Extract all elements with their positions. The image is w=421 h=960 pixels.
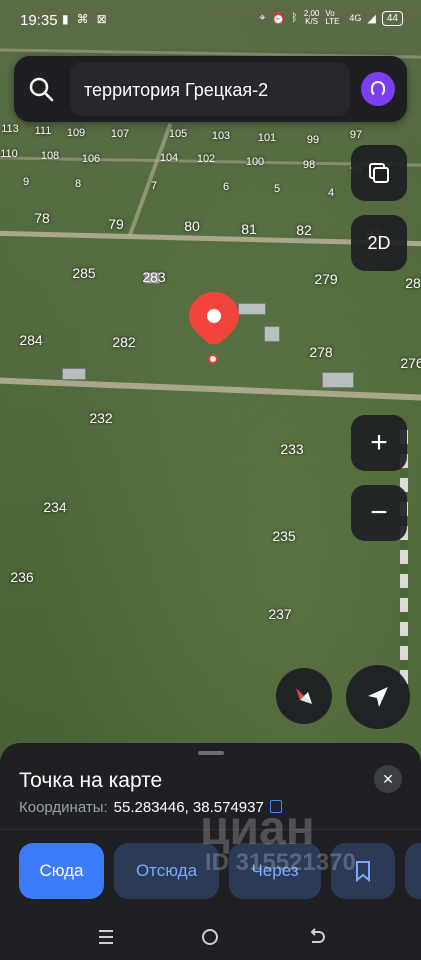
plot-label: 8 [74,178,82,190]
plot-label: 234 [43,499,67,515]
location-pin-icon[interactable] [187,290,241,344]
plot-label: 7 [150,180,158,192]
plot-label: 6 [222,181,230,193]
plot-label: 279 [314,271,338,287]
location-icon: ⌖ [259,11,266,24]
plot-label: 105 [168,128,188,140]
layers-button[interactable] [351,145,407,201]
battery-icon: 44 [381,10,403,26]
plot-label: 4 [327,187,335,199]
signal-label: 4G [349,13,362,23]
close-icon: ✕ [382,770,394,787]
plot-label: 99 [306,134,320,146]
plot-label: 285 [72,265,96,281]
wifi-icon: ◢ [367,12,376,25]
notification-icons: ▮ ⌘ ⊠ [62,12,107,26]
mode-2d-label: 2D [367,232,391,253]
building [264,326,280,342]
home-icon[interactable] [198,925,222,949]
building [238,303,266,315]
plot-label: 235 [272,528,296,544]
building [322,372,354,388]
system-nav-bar [0,913,421,960]
plot-label: 113 [1,123,19,135]
search-icon[interactable] [28,76,54,102]
plot-label: 107 [110,128,130,140]
plot-label: 232 [89,410,113,426]
pin-anchor [208,354,218,364]
my-location-button[interactable] [346,665,410,729]
search-bar[interactable]: территория Грецкая-2 [14,56,407,122]
watermark-id: ID 315521370 [205,849,356,876]
plot-label: 100 [245,156,265,168]
plot-label: 28 [405,275,421,291]
bluetooth-icon: ᛒ [291,12,298,24]
minus-icon: − [370,496,388,529]
plot-label: 110 [0,148,18,160]
plot-label: 80 [184,218,200,234]
plot-label: 9 [22,176,30,188]
layers-icon [369,163,389,183]
app-icon: ⊠ [96,12,107,26]
plot-label: 82 [296,222,312,238]
bookmark-icon [356,861,370,882]
alarm-icon: ⏰ [271,12,286,25]
plot-label: 278 [309,344,333,360]
plot-label: 101 [257,132,277,144]
compass-icon [296,688,312,704]
alice-icon[interactable] [361,72,395,106]
status-bar: 19:35 ▮ ⌘ ⊠ ⌖ ⏰ ᛒ 2,00 K/S Vo LTE 4G ◢ 44 [0,0,421,40]
plot-label: 111 [34,125,52,137]
status-right: ⌖ ⏰ ᛒ 2,00 K/S Vo LTE 4G ◢ 44 [259,10,403,26]
plot-label: 284 [19,332,43,348]
plot-label: 103 [211,130,231,142]
plot-label: 79 [108,216,124,232]
drag-handle[interactable] [198,751,224,755]
plot-label: 5 [273,183,281,195]
building [62,368,86,380]
compass-button[interactable] [276,668,332,724]
search-query: территория Грецкая-2 [84,80,269,100]
plot-label: 236 [10,569,34,585]
search-input[interactable]: территория Грецкая-2 [70,62,350,116]
plot-label: 233 [280,441,304,457]
more-action-button[interactable] [405,843,421,899]
volte-label: Vo LTE [325,9,340,26]
back-icon[interactable] [304,925,328,949]
zoom-out-button[interactable]: − [351,485,407,541]
plot-label: 283 [142,269,166,285]
recent-apps-icon[interactable] [94,925,118,949]
plot-label: 98 [302,159,316,171]
road [400,430,408,690]
plot-label: 81 [241,221,257,237]
plot-label: 106 [81,153,101,165]
plot-label: 104 [159,152,179,164]
road [0,377,421,401]
network-speed: 2,00 K/S [303,9,320,26]
route-here-button[interactable]: Сюда [19,843,104,899]
plot-label: 237 [268,606,292,622]
mode-2d-button[interactable]: 2D [351,215,407,271]
plot-label: 282 [112,334,136,350]
plot-label: 97 [349,129,363,141]
coordinates-label: Координаты: [19,799,108,816]
watermark-logo: циан [200,802,315,855]
sim-icon: ▮ [62,12,69,26]
plot-label: 276 [400,355,421,371]
plot-label: 102 [196,153,216,165]
plot-label: 108 [40,150,60,162]
navigation-arrow-icon [368,687,388,707]
link-icon: ⌘ [76,12,89,26]
plus-icon: + [370,426,388,459]
place-title: Точка на карте [19,769,163,792]
plot-label: 78 [34,210,50,226]
plot-label: 109 [66,127,86,139]
close-button[interactable]: ✕ [374,765,402,793]
status-time: 19:35 [20,12,58,29]
zoom-in-button[interactable]: + [351,415,407,471]
